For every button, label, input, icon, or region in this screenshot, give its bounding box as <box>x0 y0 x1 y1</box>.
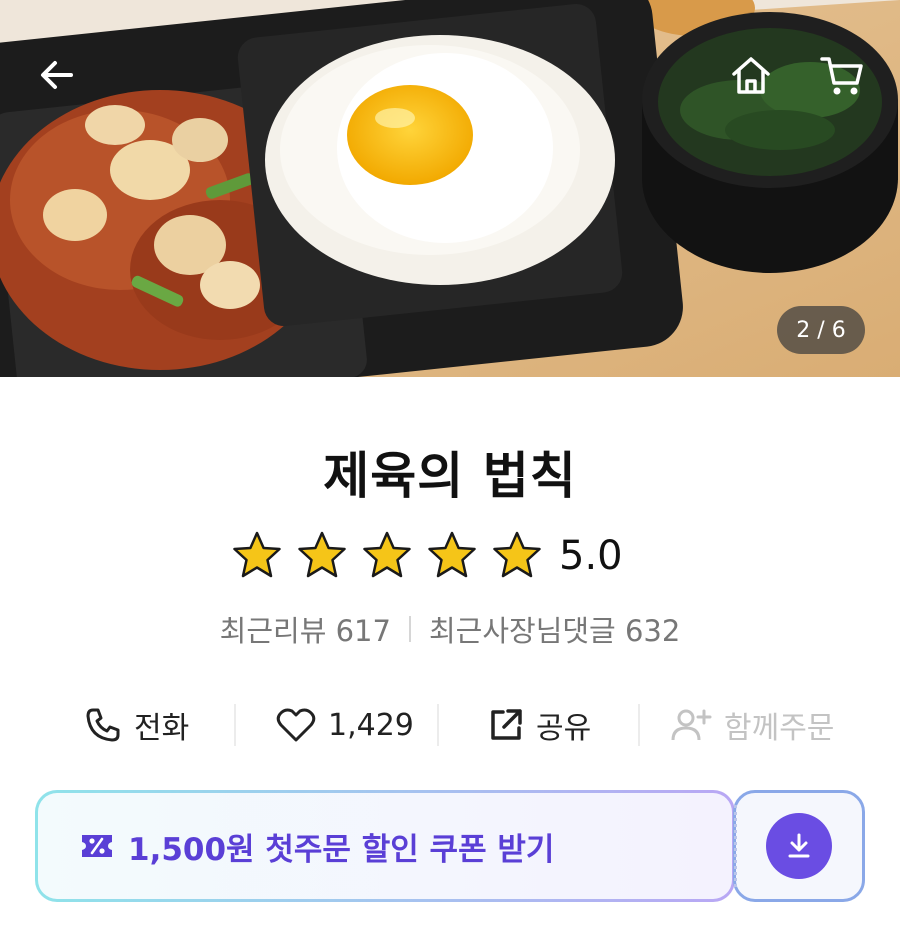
rating: 5.0 <box>230 528 623 584</box>
arrow-left-icon <box>41 61 73 89</box>
home-icon <box>732 57 770 94</box>
owner-reply-count[interactable]: 최근사장님댓글 632 <box>429 608 680 650</box>
cart-button[interactable] <box>813 46 871 104</box>
action-bar: 전화 1,429 공유 함께주문 <box>0 690 900 760</box>
review-summary: 최근리뷰 617 최근사장님댓글 632 <box>0 608 900 650</box>
image-counter: 2 / 6 <box>777 306 865 354</box>
back-button[interactable] <box>28 46 86 104</box>
divider <box>234 704 236 746</box>
like-count: 1,429 <box>328 707 414 743</box>
share-button[interactable]: 공유 <box>488 690 591 760</box>
call-button[interactable]: 전화 <box>84 690 189 760</box>
recent-review-count[interactable]: 최근리뷰 617 <box>220 608 391 650</box>
coupon-icon <box>82 835 112 857</box>
like-button[interactable]: 1,429 <box>276 690 414 760</box>
fried-egg <box>337 53 553 243</box>
divider <box>437 704 439 746</box>
rating-value: 5.0 <box>559 533 623 579</box>
download-circle <box>766 813 832 879</box>
cart-icon <box>820 57 863 95</box>
group-order-label: 함께주문 <box>724 711 835 746</box>
coupon-download-button[interactable] <box>733 790 865 902</box>
group-order-button[interactable]: 함께주문 <box>670 690 834 760</box>
divider <box>408 616 411 642</box>
share-icon <box>491 709 522 740</box>
call-label: 전화 <box>134 711 190 746</box>
star-icon <box>428 531 476 578</box>
star-icon <box>363 531 411 578</box>
star-icon <box>493 531 541 578</box>
star-icon <box>298 531 346 578</box>
divider <box>638 704 640 746</box>
home-button[interactable] <box>722 46 780 104</box>
star-icon <box>233 531 281 578</box>
store-name: 제육의 법칙 <box>323 447 577 505</box>
download-icon <box>788 833 810 858</box>
heart-icon <box>276 708 316 742</box>
coupon-label: 1,500원 첫주문 할인 쿠폰 받기 <box>128 831 555 868</box>
phone-icon <box>86 708 120 742</box>
share-label: 공유 <box>536 711 592 746</box>
coupon-perforation <box>734 805 737 887</box>
coupon-banner[interactable]: 1,500원 첫주문 할인 쿠폰 받기 <box>35 790 735 902</box>
hero-image[interactable]: 2 / 6 <box>0 0 900 377</box>
add-person-icon <box>671 709 712 741</box>
